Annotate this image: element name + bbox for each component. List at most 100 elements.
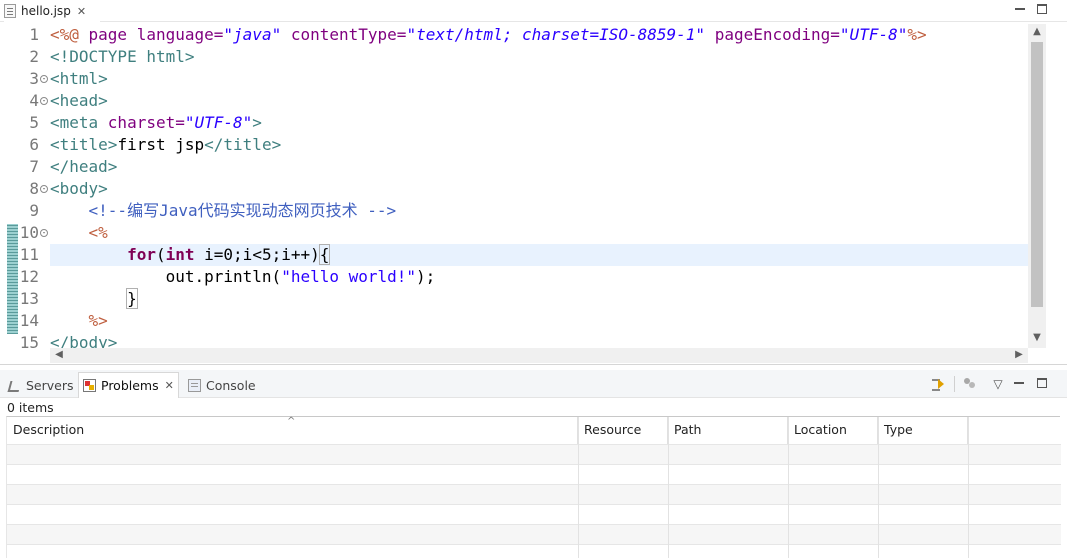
code-line[interactable]: out.println("hello world!"); (50, 266, 1028, 288)
fold-collapse-icon[interactable]: - (40, 97, 48, 105)
line-number: 15 (0, 332, 50, 354)
code-line[interactable]: <html> (50, 68, 1028, 90)
code-token: > (252, 113, 262, 132)
minimize-icon[interactable] (1014, 378, 1024, 388)
code-line[interactable]: %> (50, 310, 1028, 332)
sort-ascending-icon: ^ (287, 416, 296, 427)
code-token: first jsp (117, 135, 205, 154)
code-token: <head> (50, 91, 108, 110)
line-number: 1 (0, 24, 50, 46)
line-number: 7 (0, 156, 50, 178)
scroll-right-icon[interactable]: ▶ (1010, 349, 1028, 360)
line-number-text: 12 (19, 267, 39, 286)
view-tabbar: Servers Problems ✕ Console ▽ (0, 370, 1067, 398)
code-line[interactable]: <title>first jsp</title> (50, 134, 1028, 156)
line-number: 10- (0, 222, 50, 244)
line-number: 2 (0, 46, 50, 68)
code-line[interactable]: <meta charset="UTF-8"> (50, 112, 1028, 134)
scroll-down-icon[interactable]: ▼ (1028, 332, 1046, 343)
code-token: <% (50, 223, 108, 242)
fold-collapse-icon[interactable]: - (40, 229, 48, 237)
code-line[interactable]: <body> (50, 178, 1028, 200)
line-number: 4- (0, 90, 50, 112)
code-line[interactable]: } (50, 288, 1028, 310)
close-icon[interactable]: ✕ (165, 379, 174, 392)
vertical-scroll-thumb[interactable] (1031, 42, 1043, 307)
scroll-left-icon[interactable]: ◀ (50, 349, 68, 360)
line-number-text: 5 (29, 113, 39, 132)
table-row (7, 484, 1061, 504)
line-number: 11 (0, 244, 50, 266)
code-token: "UTF-8" (839, 25, 908, 44)
scroll-up-icon[interactable]: ▲ (1028, 26, 1046, 37)
fold-collapse-icon[interactable]: - (40, 185, 48, 193)
column-divider (578, 417, 579, 558)
code-token: { (318, 244, 331, 265)
code-line[interactable]: <!--编写Java代码实现动态网页技术 --> (50, 200, 1028, 222)
maximize-icon[interactable] (1037, 378, 1047, 388)
code-token: <!--编写Java代码实现动态网页技术 --> (50, 201, 397, 220)
code-token: i=0;i<5;i++) (194, 245, 320, 264)
vertical-scrollbar[interactable]: ▲ ▼ (1028, 24, 1046, 348)
console-icon (188, 378, 201, 392)
code-token: <meta (50, 113, 108, 132)
code-editor[interactable]: <%@ page language="java" contentType="te… (50, 24, 1028, 348)
code-line[interactable]: for(int i=0;i<5;i++){ (50, 244, 1028, 266)
line-number-text: 8 (29, 179, 39, 198)
code-token: int (165, 245, 195, 264)
column-header-path[interactable]: Path (668, 417, 788, 444)
code-token: contentType= (281, 25, 407, 44)
code-token: language= (136, 25, 224, 44)
config-icon[interactable] (963, 376, 977, 392)
line-number-text: 1 (29, 25, 39, 44)
line-number-text: 2 (29, 47, 39, 66)
tab-console-label: Console (206, 377, 256, 393)
code-line[interactable]: </head> (50, 156, 1028, 178)
minimize-icon[interactable] (1015, 4, 1025, 14)
problems-table[interactable]: Description ^ Resource Path Location Typ… (6, 416, 1061, 558)
line-number-gutter: 1 2 3-4-5 6 7 8-9 10-11 12 13 14 15 (0, 24, 50, 352)
tab-console[interactable]: Console (184, 372, 260, 398)
code-line[interactable]: <% (50, 222, 1028, 244)
code-token: charset= (107, 113, 185, 132)
code-line[interactable]: </body> (50, 332, 1028, 348)
column-header-resource[interactable]: Resource (578, 417, 668, 444)
view-menu-icon[interactable]: ▽ (992, 376, 1004, 392)
code-token: ( (155, 245, 166, 264)
tab-problems[interactable]: Problems ✕ (78, 372, 179, 398)
close-icon[interactable]: ✕ (77, 5, 86, 18)
code-line[interactable]: <!DOCTYPE html> (50, 46, 1028, 68)
servers-icon (8, 379, 21, 392)
column-header-description[interactable]: Description ^ (7, 416, 578, 444)
line-number: 14 (0, 310, 50, 332)
editor-tabbar: hello.jsp ✕ (0, 0, 1067, 22)
fold-collapse-icon[interactable]: - (40, 75, 48, 83)
code-token: </body> (50, 333, 118, 348)
problems-pane: Servers Problems ✕ Console ▽ 0 items Des… (0, 370, 1067, 558)
code-token: "text/html; charset=ISO-8859-1" (406, 25, 706, 44)
table-row (7, 444, 1061, 464)
jsp-file-icon (4, 4, 16, 18)
code-line[interactable]: <head> (50, 90, 1028, 112)
line-number: 12 (0, 266, 50, 288)
tab-hello-jsp[interactable]: hello.jsp ✕ (4, 0, 100, 22)
code-token: "java" (223, 25, 282, 44)
table-row (7, 464, 1061, 484)
column-divider (668, 417, 669, 558)
code-token: <!DOCTYPE html> (50, 47, 195, 66)
code-line[interactable]: <%@ page language="java" contentType="te… (50, 24, 1028, 46)
code-token: </head> (50, 157, 118, 176)
horizontal-scrollbar[interactable]: ◀ ▶ (50, 348, 1028, 363)
column-header-type[interactable]: Type (878, 417, 968, 444)
line-number: 6 (0, 134, 50, 156)
code-token: out.println( (50, 267, 282, 286)
code-token: <html> (50, 69, 108, 88)
tab-servers[interactable]: Servers (4, 372, 78, 398)
column-divider (788, 417, 789, 558)
filter-icon[interactable] (930, 376, 948, 392)
code-token: pageEncoding= (705, 25, 840, 44)
column-divider (878, 417, 879, 558)
maximize-icon[interactable] (1037, 4, 1047, 14)
table-row (7, 524, 1061, 544)
column-header-location[interactable]: Location (788, 417, 878, 444)
